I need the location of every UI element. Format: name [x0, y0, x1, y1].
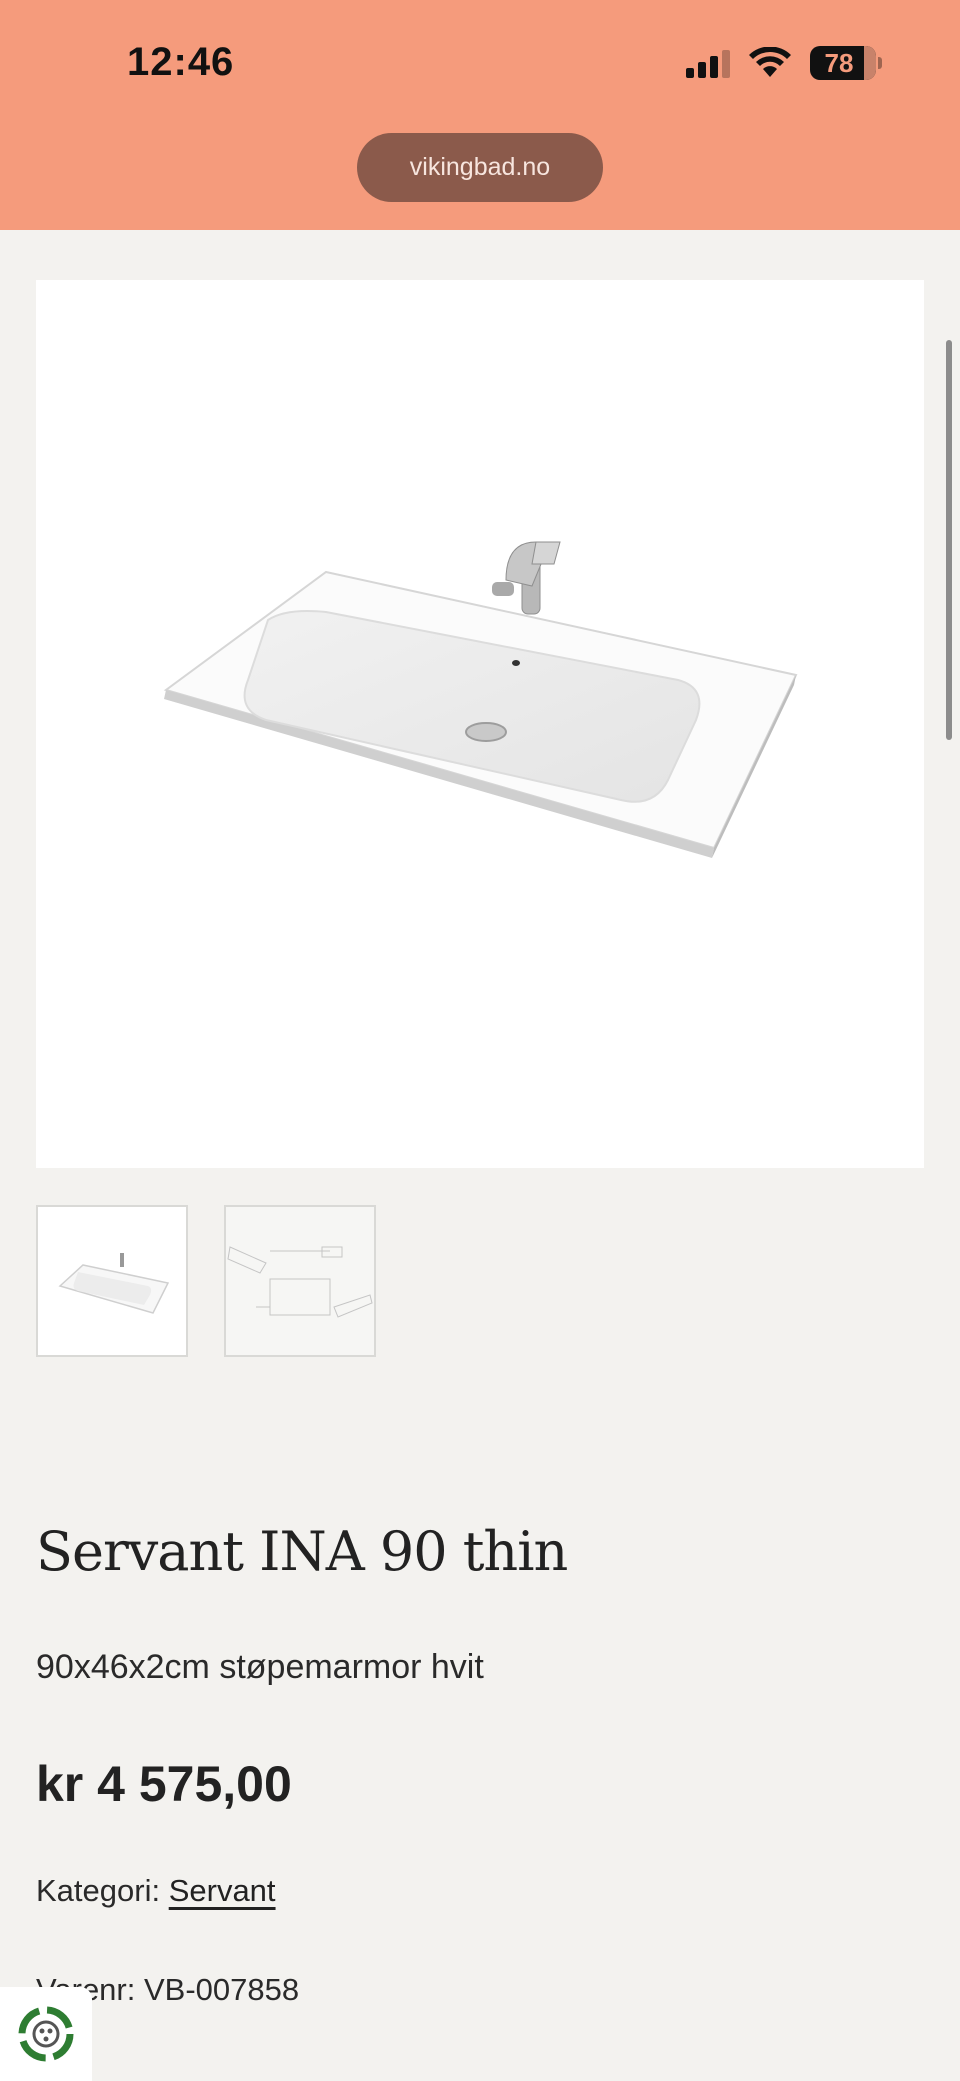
product-title: Servant INA 90 thin: [36, 1520, 568, 1583]
sink-thumbnail-image: [58, 1253, 170, 1314]
category-link[interactable]: Servant: [169, 1873, 276, 1908]
thumbnail-sink-photo[interactable]: [36, 1205, 188, 1357]
address-bar[interactable]: vikingbad.no: [357, 133, 603, 202]
product-main-image[interactable]: [36, 280, 924, 1168]
thumbnail-technical-drawing[interactable]: [224, 1205, 376, 1357]
wifi-icon: [749, 47, 791, 77]
battery-icon: 78: [810, 46, 882, 80]
category-label: Kategori:: [36, 1873, 161, 1908]
status-time: 12:46: [127, 40, 235, 84]
browser-header: 12:46 78 vikingbad.no: [0, 0, 960, 230]
product-price: kr 4 575,00: [36, 1756, 292, 1812]
technical-drawing-thumbnail-image: [227, 1246, 373, 1318]
image-scrollbar[interactable]: [946, 340, 952, 740]
recycle-icon: [18, 2006, 74, 2062]
cellular-signal-icon: [686, 48, 730, 78]
url-text: vikingbad.no: [409, 153, 551, 181]
battery-empty-segment: [864, 46, 876, 80]
status-icons: 78: [686, 46, 882, 80]
battery-level: 78: [824, 47, 854, 78]
product-category: Kategori: Servant: [36, 1873, 276, 1909]
eco-badge[interactable]: [0, 1987, 92, 2081]
battery-cap: [878, 57, 882, 69]
sink-illustration: [163, 541, 798, 858]
product-description: 90x46x2cm støpemarmor hvit: [36, 1648, 484, 1686]
